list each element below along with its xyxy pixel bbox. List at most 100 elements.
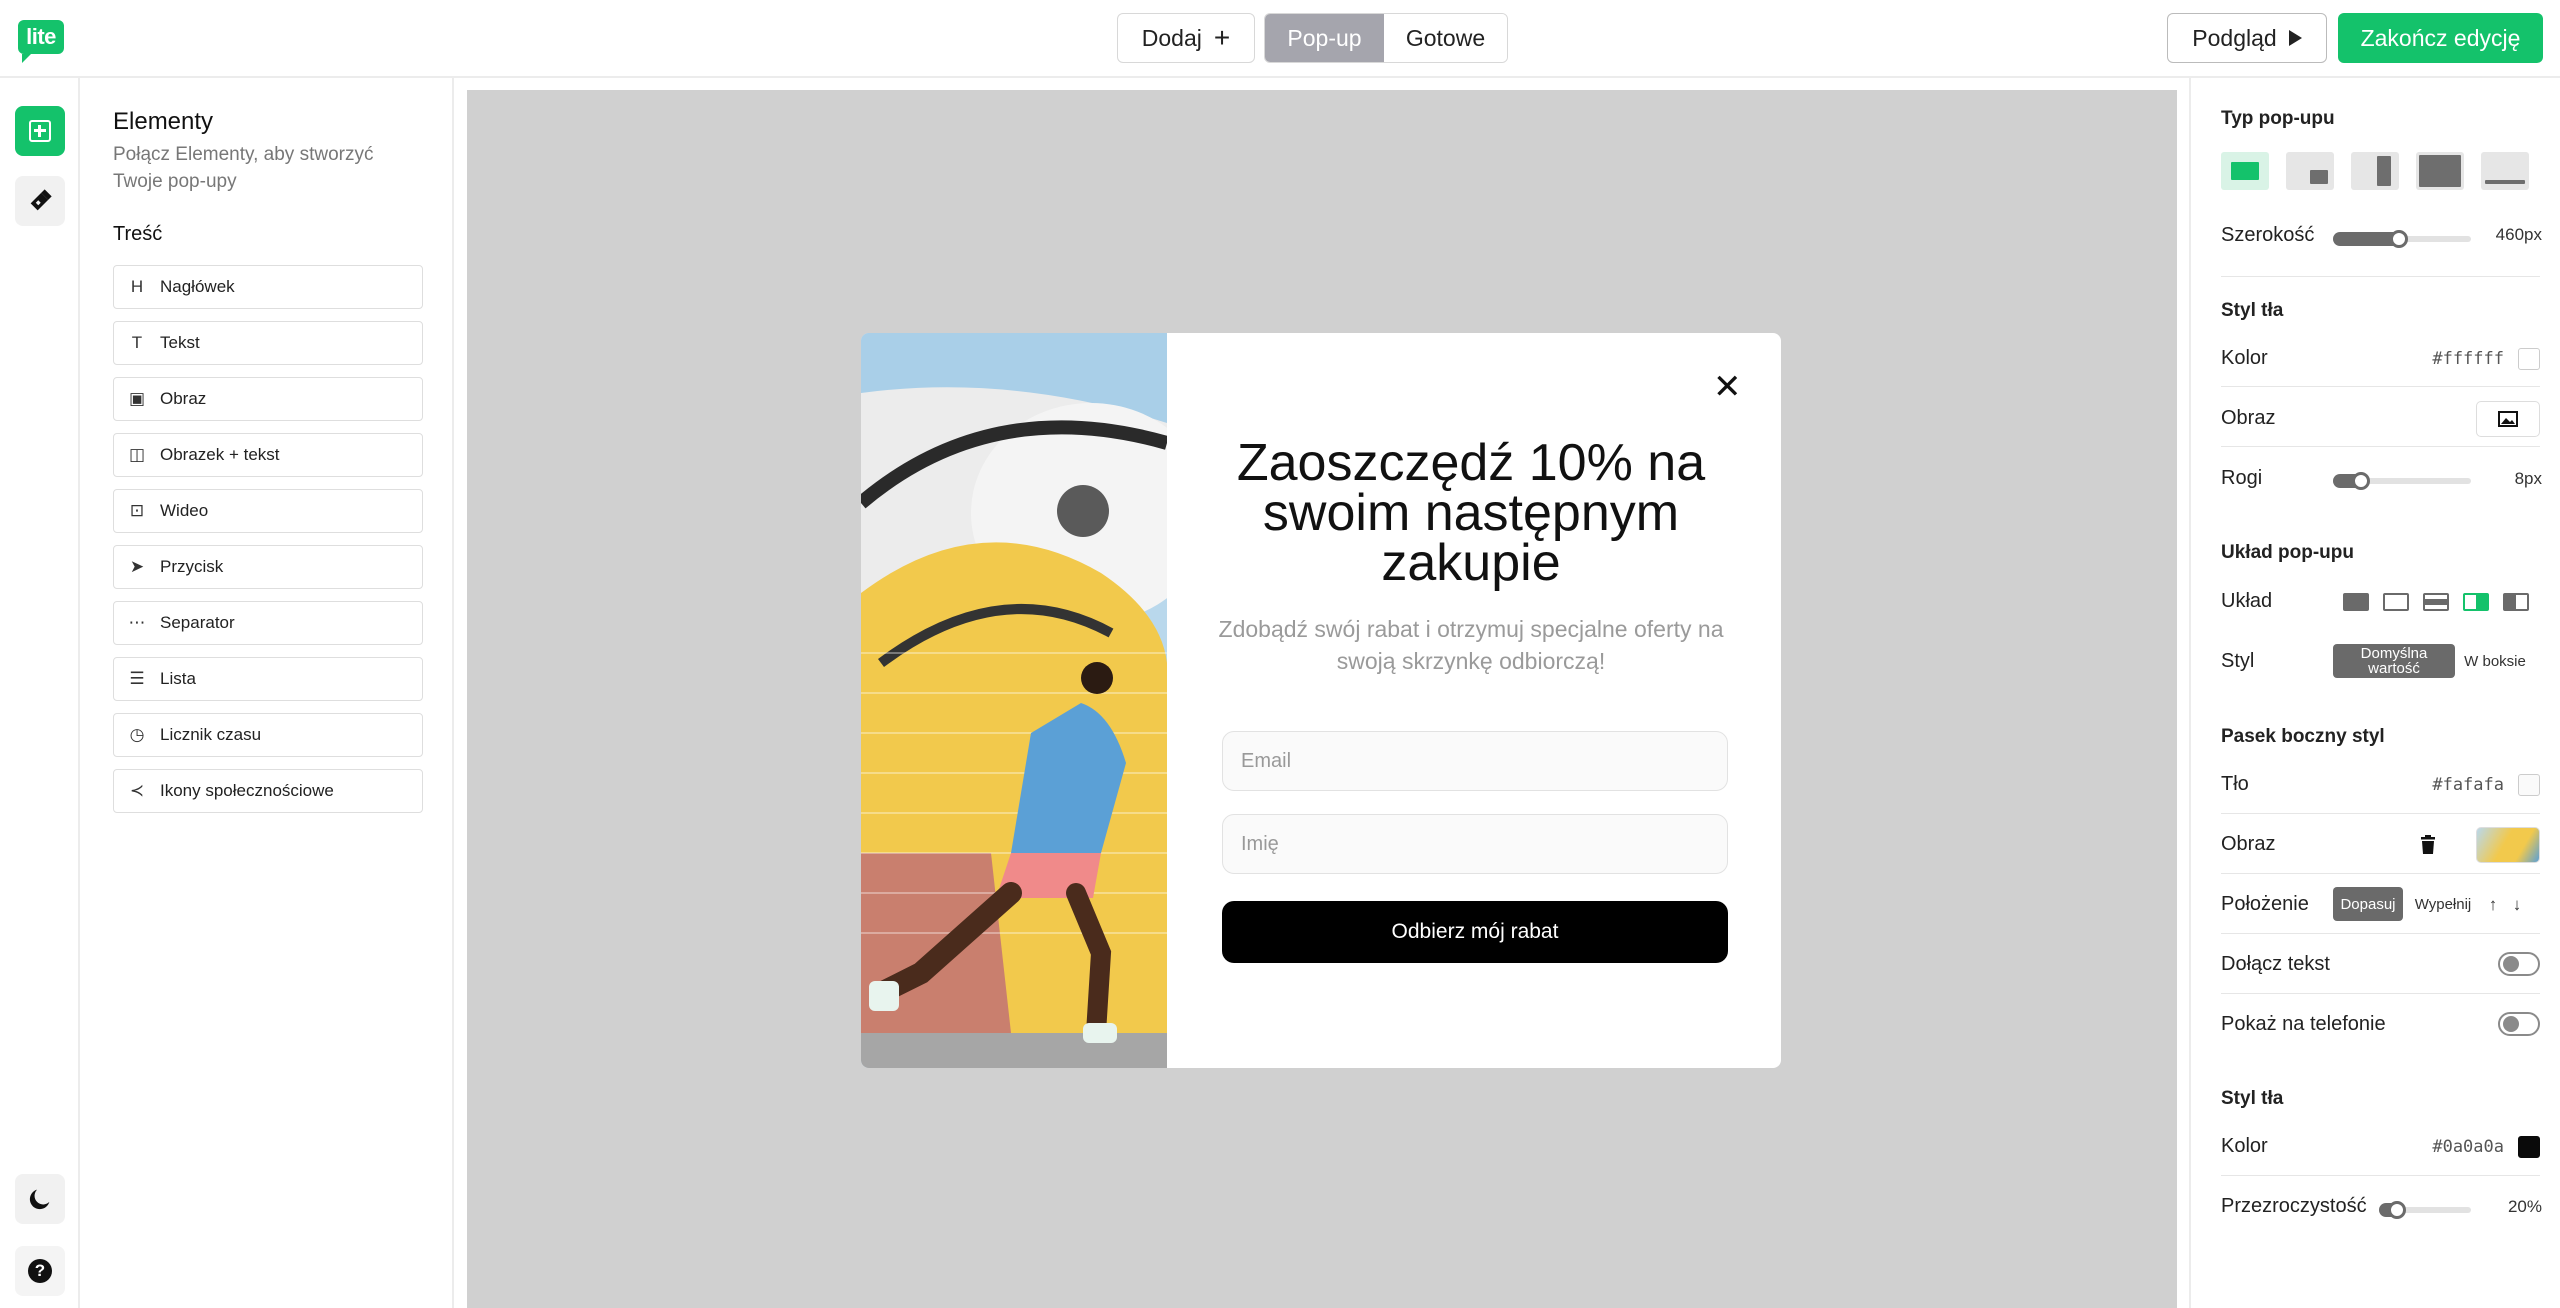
opacity-slider-knob[interactable] bbox=[2388, 1201, 2406, 1219]
attach-text-label: Dołącz tekst bbox=[2221, 953, 2330, 975]
width-slider[interactable] bbox=[2333, 230, 2471, 248]
timer-icon: ◷ bbox=[129, 725, 145, 744]
show-phone-toggle[interactable] bbox=[2498, 1012, 2540, 1036]
add-elements-button[interactable] bbox=[15, 106, 65, 156]
sidebar-bg-value[interactable]: #fafafa bbox=[2432, 775, 2504, 795]
element-label: Obraz bbox=[160, 389, 207, 408]
preview-button-label: Podgląd bbox=[2192, 24, 2277, 51]
layout-option-5[interactable] bbox=[2503, 593, 2529, 611]
editor-canvas[interactable]: ✕ Zaoszczędź 10% na swoim następnym zaku… bbox=[467, 90, 2177, 1308]
sidebar-image-label: Obraz bbox=[2221, 833, 2276, 855]
popup-subtext[interactable]: Zdobądź swój rabat i otrzymuj specjalne … bbox=[1201, 613, 1741, 677]
layout-option-1[interactable] bbox=[2343, 593, 2369, 611]
element-separator[interactable]: ⋯ Separator bbox=[113, 601, 423, 645]
name-field[interactable]: Imię bbox=[1222, 814, 1728, 874]
share-icon: ≺ bbox=[129, 781, 145, 800]
layout-option-3[interactable] bbox=[2423, 593, 2449, 611]
color-label: Kolor bbox=[2221, 347, 2268, 369]
layout-option-4[interactable] bbox=[2463, 593, 2489, 611]
show-phone-label: Pokaż na telefonie bbox=[2221, 1013, 2386, 1035]
overlay-style-title: Styl tła bbox=[2221, 1088, 2284, 1109]
popup-preview[interactable]: ✕ Zaoszczędź 10% na swoim następnym zaku… bbox=[861, 333, 1781, 1068]
trash-icon[interactable] bbox=[2419, 835, 2437, 855]
color-value[interactable]: #ffffff bbox=[2432, 349, 2504, 369]
element-social-icons[interactable]: ≺ Ikony społecznościowe bbox=[113, 769, 423, 813]
separator-icon: ⋯ bbox=[128, 613, 146, 632]
element-image-text[interactable]: ◫ Obrazek + tekst bbox=[113, 433, 423, 477]
width-label: Szerokość bbox=[2221, 224, 2315, 246]
popup-type-center[interactable] bbox=[2221, 152, 2269, 190]
corners-value: 8px bbox=[2514, 469, 2542, 488]
arrow-down-icon[interactable]: ↓ bbox=[2507, 887, 2527, 921]
element-timer[interactable]: ◷ Licznik czasu bbox=[113, 713, 423, 757]
element-label: Licznik czasu bbox=[160, 725, 262, 744]
cursor-icon: ➤ bbox=[129, 557, 145, 576]
add-button[interactable]: Dodaj + bbox=[1117, 13, 1255, 63]
help-button[interactable]: ? bbox=[15, 1246, 65, 1296]
opacity-slider[interactable] bbox=[2379, 1201, 2471, 1219]
preview-button[interactable]: Podgląd bbox=[2167, 13, 2327, 63]
position-fit-option[interactable]: Dopasuj bbox=[2333, 887, 2403, 921]
sidebar-image-thumbnail[interactable] bbox=[2476, 827, 2540, 863]
popup-type-side[interactable] bbox=[2351, 152, 2399, 190]
dark-mode-button[interactable] bbox=[15, 1174, 65, 1224]
element-label: Obrazek + tekst bbox=[160, 445, 280, 464]
attach-text-toggle[interactable] bbox=[2498, 952, 2540, 976]
image-label: Obraz bbox=[2221, 407, 2276, 429]
width-value: 460px bbox=[2495, 225, 2542, 244]
corners-label: Rogi bbox=[2221, 467, 2263, 489]
bg-style-title: Styl tła bbox=[2221, 300, 2284, 321]
style-default-option[interactable]: Domyślna wartość bbox=[2333, 644, 2455, 678]
overlay-color-swatch[interactable] bbox=[2518, 1136, 2540, 1158]
app-logo[interactable]: lite bbox=[18, 20, 64, 63]
element-text[interactable]: T Tekst bbox=[113, 321, 423, 365]
play-icon bbox=[2288, 30, 2302, 46]
tab-ready[interactable]: Gotowe bbox=[1384, 14, 1507, 62]
tab-popup[interactable]: Pop-up bbox=[1265, 14, 1384, 62]
element-label: Nagłówek bbox=[160, 277, 235, 296]
sidebar-style-title: Pasek boczny styl bbox=[2221, 726, 2385, 747]
text-icon: T bbox=[131, 333, 143, 352]
popup-type-fullscreen[interactable] bbox=[2416, 152, 2464, 190]
add-button-label: Dodaj bbox=[1141, 24, 1202, 51]
element-video[interactable]: ⊡ Wideo bbox=[113, 489, 423, 533]
popup-headline[interactable]: Zaoszczędź 10% na swoim następnym zakupi… bbox=[1201, 437, 1741, 589]
element-label: Wideo bbox=[160, 501, 209, 520]
arrow-up-icon[interactable]: ↑ bbox=[2483, 887, 2503, 921]
popup-sidebar-image[interactable] bbox=[861, 333, 1167, 1068]
image-text-icon: ◫ bbox=[128, 445, 146, 464]
finish-editing-button[interactable]: Zakończ edycję bbox=[2338, 13, 2543, 63]
icon-rail: ? bbox=[0, 78, 80, 1308]
paint-brush-icon bbox=[30, 189, 52, 211]
popup-type-bar[interactable] bbox=[2481, 152, 2529, 190]
corners-slider-knob[interactable] bbox=[2352, 472, 2370, 490]
moon-icon bbox=[29, 1189, 50, 1210]
bg-image-button[interactable] bbox=[2476, 401, 2540, 437]
element-button[interactable]: ➤ Przycisk bbox=[113, 545, 423, 589]
corners-slider[interactable] bbox=[2333, 472, 2471, 490]
overlay-color-value[interactable]: #0a0a0a bbox=[2432, 1137, 2504, 1157]
close-icon[interactable]: ✕ bbox=[1713, 367, 1742, 407]
position-fill-option[interactable]: Wypełnij bbox=[2407, 887, 2479, 921]
popup-type-corner[interactable] bbox=[2286, 152, 2334, 190]
style-boxed-option[interactable]: W boksie bbox=[2457, 644, 2533, 678]
element-image[interactable]: ▣ Obraz bbox=[113, 377, 423, 421]
style-button[interactable] bbox=[15, 176, 65, 226]
element-heading[interactable]: H Nagłówek bbox=[113, 265, 423, 309]
sidebar-bg-swatch[interactable] bbox=[2518, 774, 2540, 796]
width-slider-knob[interactable] bbox=[2390, 230, 2408, 248]
sidebar-bg-label: Tło bbox=[2221, 773, 2249, 795]
element-list[interactable]: ☰ Lista bbox=[113, 657, 423, 701]
color-swatch[interactable] bbox=[2518, 348, 2540, 370]
email-field[interactable]: Email bbox=[1222, 731, 1728, 791]
content-section-title: Treść bbox=[113, 223, 163, 245]
style-label: Styl bbox=[2221, 650, 2255, 672]
element-label: Przycisk bbox=[160, 557, 224, 576]
overlay-color-label: Kolor bbox=[2221, 1135, 2268, 1157]
layout-option-2[interactable] bbox=[2383, 593, 2409, 611]
plus-icon: + bbox=[1213, 22, 1231, 53]
claim-discount-button[interactable]: Odbierz mój rabat bbox=[1222, 901, 1728, 963]
popup-type-title: Typ pop-upu bbox=[2221, 108, 2335, 129]
top-bar: lite Dodaj + Pop-up Gotowe Podgląd Zakoń… bbox=[0, 0, 2560, 78]
list-icon: ☰ bbox=[129, 669, 145, 688]
